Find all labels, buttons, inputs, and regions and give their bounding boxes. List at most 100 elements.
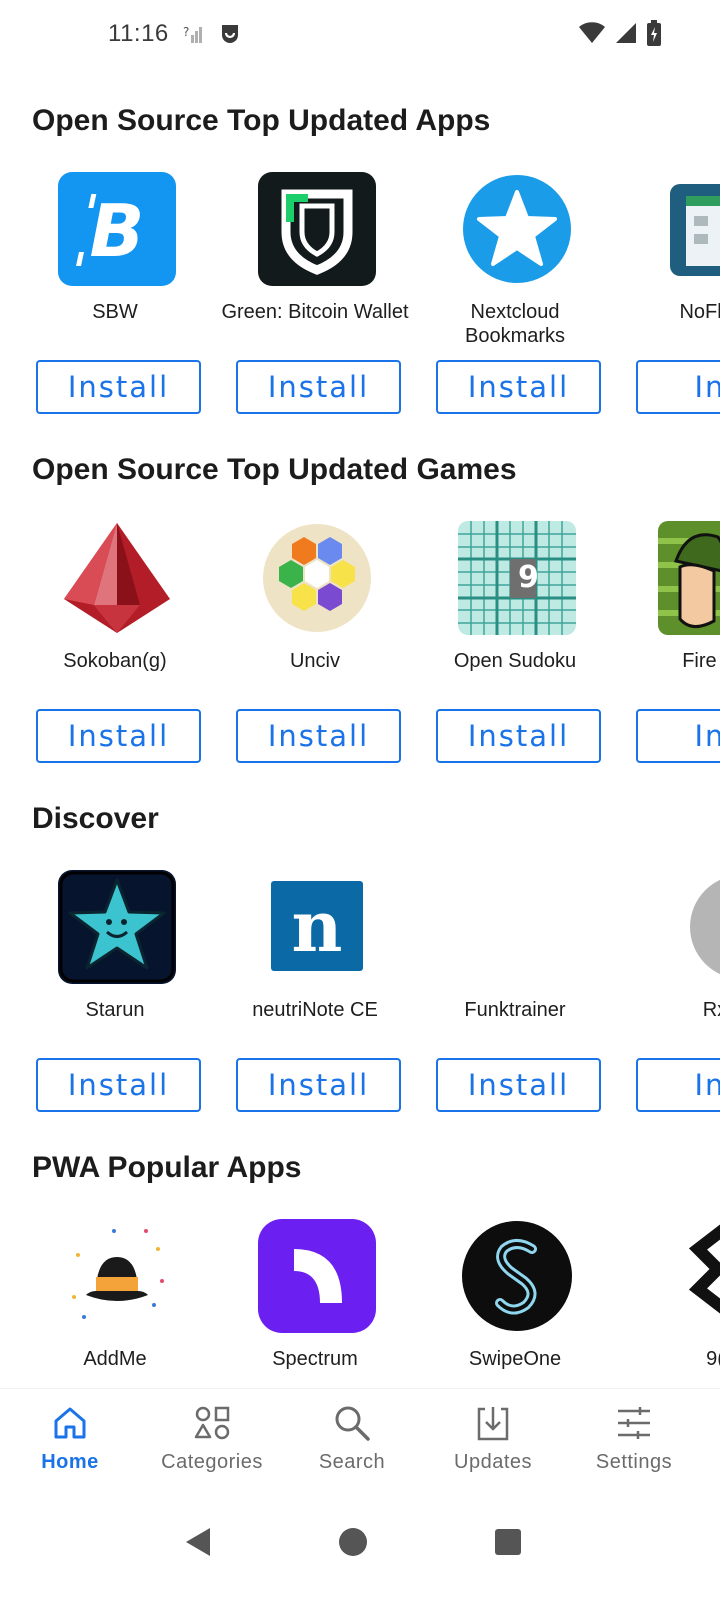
smiling-star-icon[interactable] <box>58 870 176 984</box>
svg-text:?: ? <box>183 25 189 39</box>
nav-label: Updates <box>454 1451 532 1473</box>
install-button[interactable]: Install <box>36 709 201 763</box>
section-title: Discover <box>32 802 159 835</box>
app-card[interactable]: Green: Bitcoin Wallet Install <box>221 172 409 418</box>
spectrum-arc-icon[interactable] <box>258 1219 376 1333</box>
app-card[interactable]: B SBW Install <box>30 172 201 418</box>
install-button[interactable]: Install <box>436 360 601 414</box>
app-name: AddMe <box>83 1348 147 1370</box>
letter-s-icon[interactable] <box>458 1219 576 1333</box>
system-navigation <box>0 1498 720 1600</box>
app-card[interactable]: Sokoban(g) Install <box>30 521 201 767</box>
section-discover: Discover Starun Install n neutriNote CE … <box>0 768 720 1116</box>
red-gem-icon[interactable] <box>58 521 176 635</box>
nav-label: Search <box>318 1451 386 1473</box>
app-name: Unciv <box>289 650 340 672</box>
app-name: neutriNote CE <box>252 999 378 1021</box>
app-name: Rx <box>702 999 720 1021</box>
section-pwa-popular-apps: PWA Popular Apps AddMe Spectrum SwipeOne… <box>0 1117 720 1388</box>
star-bookmark-icon[interactable] <box>458 172 576 286</box>
nav-home[interactable]: Home <box>0 1403 140 1493</box>
status-bar: 11:16 ? <box>0 0 720 70</box>
svg-text:B: B <box>90 189 145 273</box>
search-icon <box>335 1406 370 1441</box>
install-button[interactable]: Ins <box>636 709 720 763</box>
hex-resources-icon[interactable] <box>258 521 376 635</box>
svg-text:n: n <box>292 885 343 968</box>
shield-app-icon <box>218 22 242 51</box>
app-card[interactable]: Rx Ins <box>630 870 720 1116</box>
section-title: PWA Popular Apps <box>32 1151 302 1184</box>
app-card[interactable]: Funktrainer Install <box>430 870 601 1116</box>
install-button[interactable]: Install <box>236 1058 401 1112</box>
app-card[interactable]: AddMe <box>30 1219 200 1388</box>
nav-settings[interactable]: Settings <box>564 1403 704 1493</box>
funktrainer-blank-icon[interactable] <box>458 870 576 984</box>
green-wallet-shield-icon[interactable] <box>258 172 376 286</box>
back-icon[interactable] <box>168 1512 228 1572</box>
soldier-face-icon[interactable] <box>658 521 720 635</box>
app-card[interactable]: Unciv Install <box>230 521 401 767</box>
app-card[interactable]: n neutriNote CE Install <box>230 870 401 1116</box>
sudoku-grid-icon[interactable]: 9 <box>458 521 576 635</box>
android-robot-icon[interactable] <box>658 870 720 984</box>
home-feed[interactable]: Open Source Top Updated Apps B SBW Insta… <box>0 70 720 1388</box>
app-name: Starun <box>85 999 145 1021</box>
install-button[interactable]: Install <box>36 360 201 414</box>
install-button[interactable]: Ins <box>636 360 720 414</box>
app-name: Funktrainer <box>464 999 566 1021</box>
nav-label: Categories <box>161 1451 263 1473</box>
sbw-bitcoin-icon[interactable]: B <box>58 172 176 286</box>
install-button[interactable]: Install <box>236 360 401 414</box>
section-title: Open Source Top Updated Apps <box>32 104 491 137</box>
app-card[interactable]: NoFl Sc Ins <box>630 172 720 418</box>
signal-unknown-icon: ? <box>182 23 204 50</box>
nav-updates[interactable]: Updates <box>423 1403 563 1493</box>
app-name: Fire Str <box>682 650 720 672</box>
categories-icon <box>194 1406 230 1440</box>
black-shape-icon[interactable] <box>658 1219 720 1333</box>
nav-search[interactable]: Search <box>282 1403 422 1493</box>
status-time: 11:16 <box>108 20 169 47</box>
app-name: Sokoban(g) <box>63 650 167 672</box>
app-card[interactable]: SwipeOne <box>430 1219 600 1388</box>
install-button[interactable]: Install <box>236 709 401 763</box>
app-name: Open Sudoku <box>453 650 577 672</box>
install-button[interactable]: Install <box>436 709 601 763</box>
cell-signal-icon <box>614 21 638 50</box>
app-name: 9( <box>706 1348 720 1370</box>
svg-text:9: 9 <box>518 560 539 595</box>
app-name: SwipeOne <box>468 1348 562 1370</box>
app-card[interactable]: Fire Str Ins <box>630 521 720 767</box>
recents-icon[interactable] <box>478 1512 538 1572</box>
install-button[interactable]: Ins <box>636 1058 720 1112</box>
app-card[interactable]: 9( <box>630 1219 720 1388</box>
home-icon <box>54 1407 86 1439</box>
calendar-app-icon[interactable] <box>658 172 720 286</box>
bowler-hat-icon[interactable] <box>58 1219 176 1333</box>
battery-charging-icon <box>646 20 662 51</box>
section-title: Open Source Top Updated Games <box>32 453 517 486</box>
app-card[interactable]: Nextcloud Bookmarks Install <box>430 172 601 418</box>
settings-sliders-icon <box>618 1407 650 1439</box>
section-top-updated-apps: Open Source Top Updated Apps B SBW Insta… <box>0 70 720 418</box>
app-name: Spectrum <box>272 1348 358 1370</box>
updates-download-icon <box>477 1407 509 1441</box>
letter-n-icon[interactable]: n <box>258 870 376 984</box>
install-button[interactable]: Install <box>436 1058 601 1112</box>
app-name: Nextcloud Bookmarks <box>464 301 566 347</box>
app-card[interactable]: Starun Install <box>30 870 201 1116</box>
nav-categories[interactable]: Categories <box>142 1403 282 1493</box>
nav-label: Settings <box>595 1451 673 1473</box>
app-name: Green: Bitcoin Wallet <box>221 301 409 323</box>
app-name: SBW <box>92 301 138 323</box>
wifi-icon <box>578 21 606 50</box>
nav-label: Home <box>41 1451 99 1473</box>
install-button[interactable]: Install <box>36 1058 201 1112</box>
section-top-updated-games: Open Source Top Updated Games Sokoban(g)… <box>0 419 720 767</box>
app-card[interactable]: 9 Open Sudoku Install <box>430 521 601 767</box>
home-circle-icon[interactable] <box>323 1512 383 1572</box>
app-card[interactable]: Spectrum <box>230 1219 400 1388</box>
bottom-navigation: Home Categories Search Updates Settings <box>0 1388 720 1498</box>
app-name: NoFl Sc <box>679 301 720 323</box>
